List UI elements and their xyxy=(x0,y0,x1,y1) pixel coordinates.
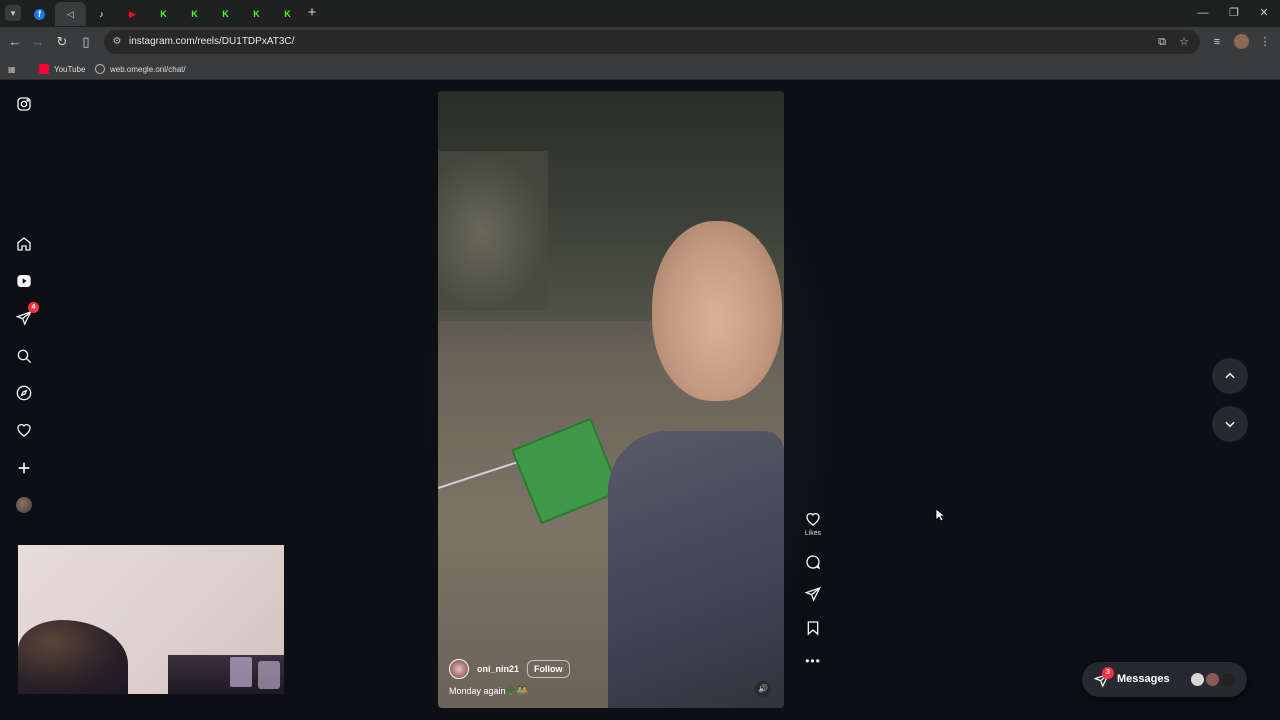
kick-icon: K xyxy=(160,8,167,19)
instagram-logo-icon[interactable] xyxy=(15,95,33,113)
comment-icon[interactable] xyxy=(803,553,823,571)
kick-icon: K xyxy=(222,8,229,19)
bookmark-omegle[interactable]: web.omegle.onl/chat/ xyxy=(95,61,186,77)
speaker-icon: ◁ xyxy=(67,8,74,19)
browser-menu-icon[interactable]: ⋮ xyxy=(1256,33,1274,51)
messages-badge: 3 xyxy=(1102,667,1114,679)
kick-icon: K xyxy=(284,8,291,19)
reload-button[interactable]: ↻ xyxy=(53,33,71,51)
reading-list-icon[interactable]: ≡ xyxy=(1208,33,1226,51)
browser-tab[interactable]: K xyxy=(272,2,303,26)
webcam-cup xyxy=(258,661,280,689)
bookmark-label: YouTube xyxy=(54,64,86,74)
browser-tab[interactable]: K xyxy=(179,2,210,26)
bookmark-label: web.omegle.onl/chat/ xyxy=(110,64,186,74)
author-avatar[interactable] xyxy=(449,659,469,679)
reel-author: oni_nin21 Follow xyxy=(449,659,570,679)
minimize-button[interactable]: — xyxy=(1191,4,1215,22)
bookmark-youtube[interactable]: YouTube xyxy=(39,61,85,77)
previous-reel-button[interactable] xyxy=(1212,358,1248,394)
webcam-overlay xyxy=(18,545,284,694)
profile-avatar[interactable] xyxy=(1234,34,1249,49)
message-avatar xyxy=(1220,672,1235,687)
restore-button[interactable]: ❐ xyxy=(1222,4,1246,22)
browser-tab[interactable]: K xyxy=(148,2,179,26)
reels-icon[interactable] xyxy=(15,272,33,290)
back-button[interactable]: ← xyxy=(6,33,24,51)
messages-label: Messages xyxy=(1117,673,1170,685)
browser-tab[interactable]: ◁ xyxy=(55,2,86,26)
url-text[interactable]: instagram.com/reels/DU1TDPxAT3C/ xyxy=(129,35,294,49)
kick-icon: K xyxy=(191,8,198,19)
notification-badge: 4 xyxy=(28,302,39,313)
author-username[interactable]: oni_nin21 xyxy=(477,664,519,674)
apps-grid-icon[interactable]: ▦ xyxy=(8,61,16,77)
kick-icon: K xyxy=(253,8,260,19)
browser-tab[interactable]: f xyxy=(24,2,55,26)
youtube-icon: ▶ xyxy=(129,8,136,19)
search-icon[interactable] xyxy=(15,347,33,365)
mouse-cursor-icon xyxy=(935,508,945,522)
save-bookmark-icon[interactable] xyxy=(803,619,823,637)
address-bar[interactable]: ⚙ instagram.com/reels/DU1TDPxAT3C/ xyxy=(104,30,1200,54)
message-avatar xyxy=(1190,672,1205,687)
video-basket xyxy=(511,417,621,525)
reel-video[interactable] xyxy=(438,91,784,708)
follow-button[interactable]: Follow xyxy=(527,660,570,678)
browser-toolbar: ← → ↻ ▯ ⚙ instagram.com/reels/DU1TDPxAT3… xyxy=(0,27,1280,57)
tiktok-icon: ♪ xyxy=(99,8,104,19)
likes-label: Likes xyxy=(804,530,822,537)
youtube-icon xyxy=(39,64,49,74)
create-plus-icon[interactable] xyxy=(15,459,33,477)
direct-messages-icon[interactable]: 4 xyxy=(15,302,39,327)
split-view-icon[interactable]: ▯ xyxy=(77,33,95,51)
video-person-body xyxy=(608,431,784,708)
notifications-heart-icon[interactable] xyxy=(15,421,33,439)
next-reel-button[interactable] xyxy=(1212,406,1248,442)
browser-tab[interactable]: K xyxy=(210,2,241,26)
bookmarks-bar: ▦ YouTube web.omegle.onl/chat/ xyxy=(0,57,1280,80)
video-person-head xyxy=(652,221,782,401)
browser-tab[interactable]: ▶ xyxy=(117,2,148,26)
share-send-icon[interactable] xyxy=(803,585,823,603)
facebook-icon: f xyxy=(34,8,45,20)
browser-tab[interactable]: K xyxy=(241,2,272,26)
more-options-icon[interactable]: ••• xyxy=(805,654,821,668)
video-stones xyxy=(438,151,548,311)
like-heart-icon[interactable] xyxy=(803,510,823,528)
new-tab-button[interactable]: + xyxy=(305,5,319,21)
tab-strip: ▾ f ◁ ♪ ▶ K K K K K + — ❐ ✕ xyxy=(0,0,1280,27)
forward-button[interactable]: → xyxy=(29,33,47,51)
webcam-person xyxy=(18,620,128,694)
install-app-icon[interactable]: ⧉ xyxy=(1153,33,1171,51)
messages-button[interactable]: 3 Messages xyxy=(1082,662,1247,697)
home-icon[interactable] xyxy=(15,235,33,253)
webcam-cup xyxy=(230,657,252,687)
tab-search-button[interactable]: ▾ xyxy=(5,5,21,21)
site-info-icon[interactable]: ⚙ xyxy=(110,35,124,49)
globe-icon xyxy=(95,64,105,74)
chevron-up-icon xyxy=(1225,372,1235,379)
explore-compass-icon[interactable] xyxy=(15,384,33,402)
reel-caption: Monday again🪖🧑‍🤝‍🧑 xyxy=(449,686,528,696)
browser-tab[interactable]: ♪ xyxy=(86,2,117,26)
profile-avatar[interactable] xyxy=(16,497,32,513)
message-avatar xyxy=(1205,672,1220,687)
close-window-button[interactable]: ✕ xyxy=(1252,4,1276,22)
bookmark-star-icon[interactable]: ☆ xyxy=(1175,33,1193,51)
mute-speaker-icon[interactable]: 🔊 xyxy=(755,681,771,697)
chevron-down-icon xyxy=(1225,421,1235,428)
